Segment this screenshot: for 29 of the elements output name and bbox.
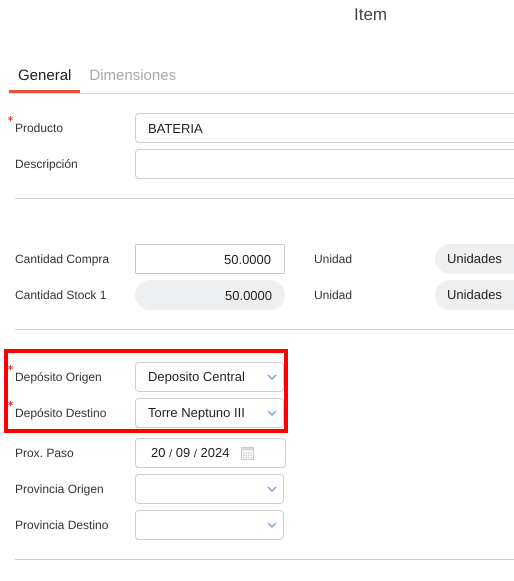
unit-label: Unidad (314, 251, 354, 268)
number-field[interactable]: 50.0000 (135, 244, 285, 274)
select-field[interactable]: Torre Neptuno III (135, 398, 284, 428)
chevron-down-icon (267, 374, 277, 380)
field-label: Producto (15, 121, 64, 135)
number-field[interactable]: 50.0000 (135, 280, 285, 310)
text-field[interactable] (135, 149, 514, 179)
date-field[interactable]: 20 / 09 / 2024 (135, 438, 286, 468)
unit-field[interactable]: Unidades (435, 244, 514, 274)
select-field[interactable] (135, 510, 284, 540)
field-label: Cantidad Stock 1 (15, 288, 106, 302)
field-label: Prox. Paso (15, 446, 74, 460)
text-field[interactable]: BATERIA (135, 113, 514, 143)
field-label: Depósito Origen (15, 370, 102, 384)
select-field[interactable]: Deposito Central (135, 362, 284, 392)
field-label: Depósito Destino (15, 406, 106, 420)
page-title: Item (354, 4, 388, 26)
chevron-down-icon (267, 486, 277, 492)
unit-field[interactable]: Unidades (435, 280, 514, 310)
unit-label: Unidad (314, 287, 354, 304)
calendar-icon (241, 446, 254, 460)
field-label: Provincia Origen (15, 482, 104, 496)
chevron-down-icon (267, 410, 277, 416)
field-label: Cantidad Compra (15, 252, 110, 266)
tab[interactable]: General (9, 62, 80, 93)
field-label: Descripción (15, 157, 78, 171)
field-label: Provincia Destino (15, 518, 108, 532)
select-field[interactable] (135, 474, 284, 504)
chevron-down-icon (267, 522, 277, 528)
